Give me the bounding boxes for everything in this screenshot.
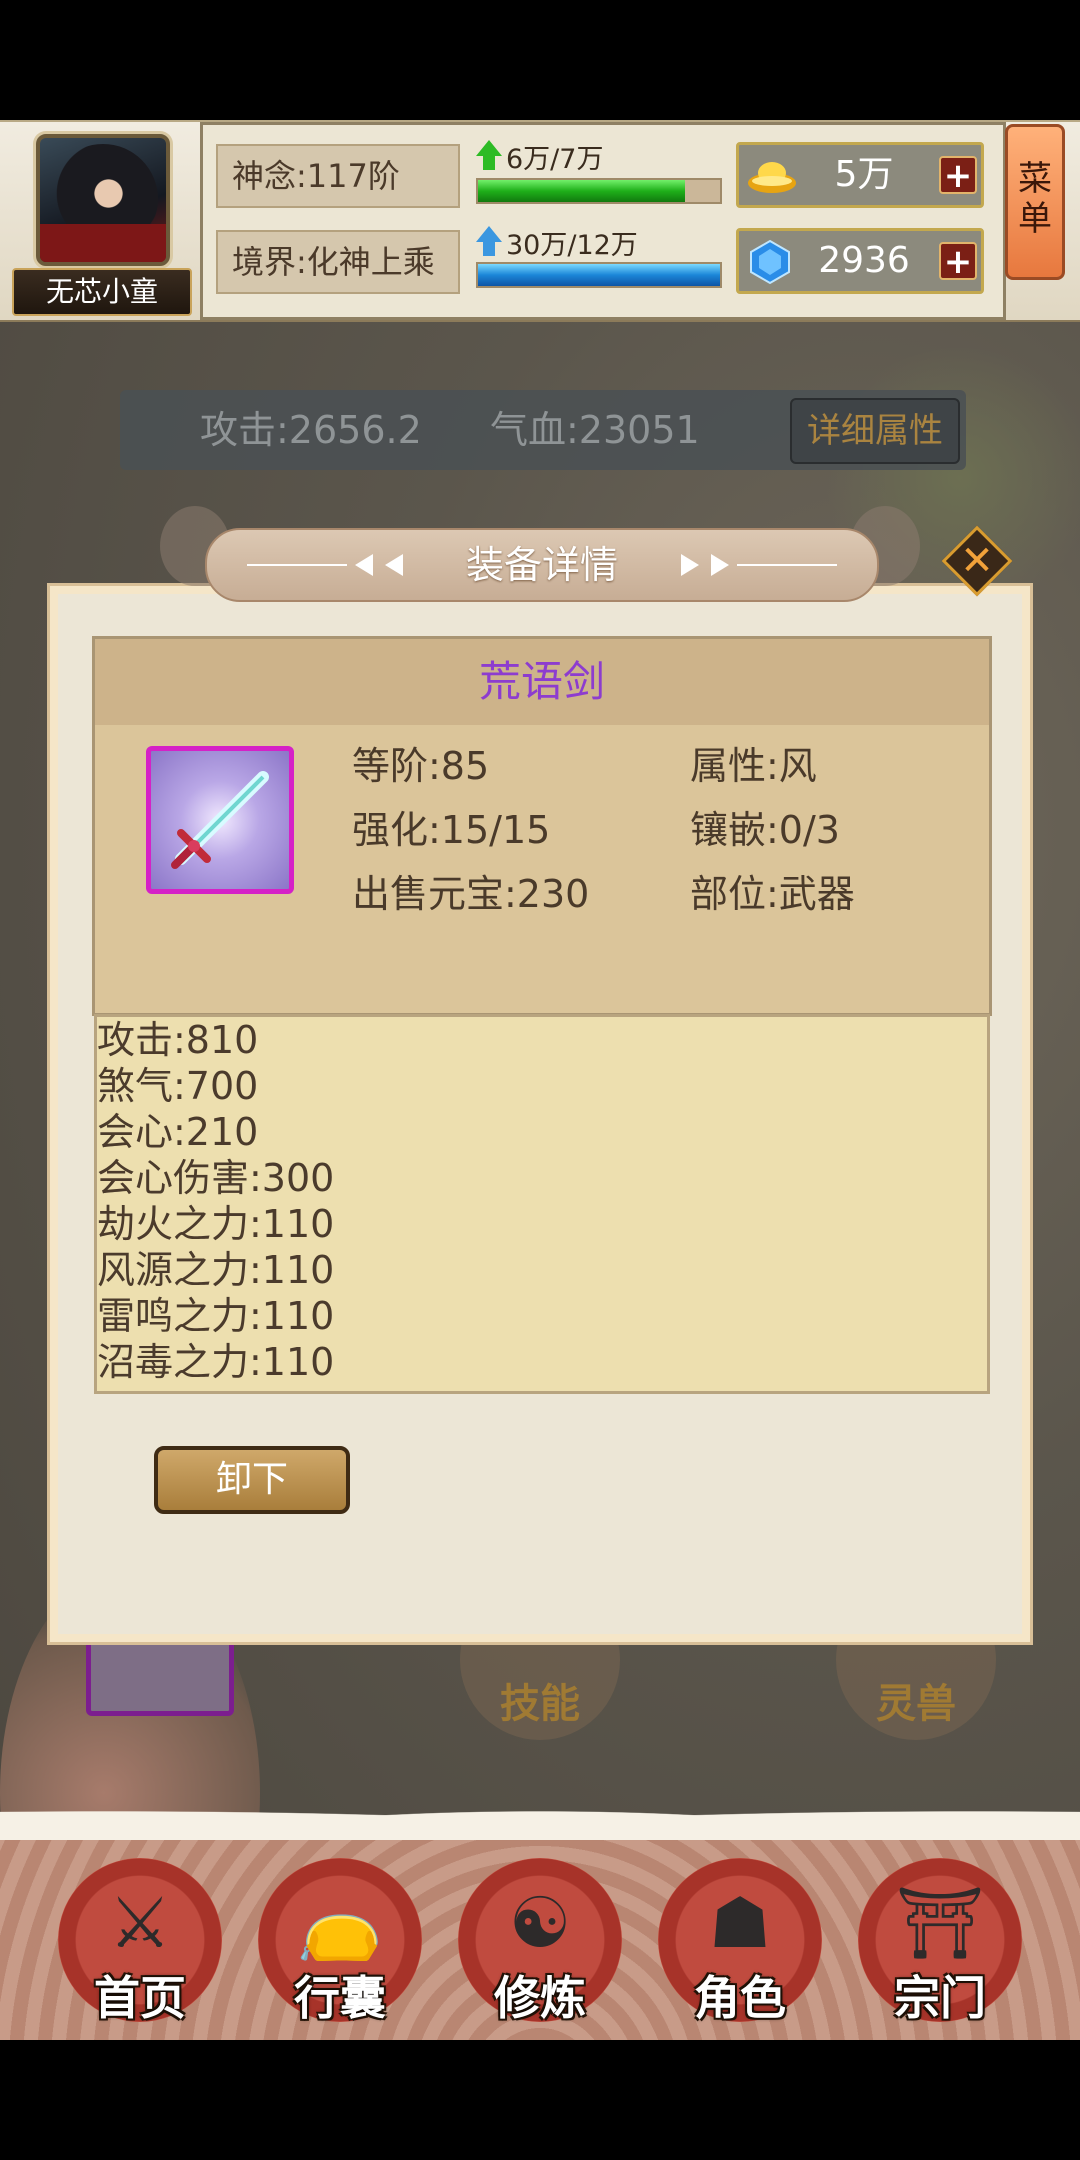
realm-progress-fill bbox=[478, 264, 720, 286]
nav-character-label: 角色 bbox=[694, 1971, 786, 2025]
item-name: 荒语剑 bbox=[478, 657, 605, 706]
pet-button-label[interactable]: 灵兽 bbox=[836, 1680, 996, 1728]
item-enhance: 强化:15/15 bbox=[352, 808, 551, 852]
modal-title-bar: 装备详情 bbox=[205, 528, 879, 602]
nav-home-label: 首页 bbox=[94, 1971, 186, 2025]
shennian-progress-bar bbox=[476, 178, 722, 204]
item-inlay: 镶嵌:0/3 bbox=[690, 808, 840, 852]
add-gold-button[interactable]: + bbox=[939, 156, 977, 194]
title-divider-right bbox=[737, 564, 837, 566]
gate-icon: ⛩ bbox=[895, 1882, 985, 1964]
avatar[interactable] bbox=[36, 134, 170, 266]
close-icon[interactable]: ✕ bbox=[952, 536, 1002, 586]
gem-currency-box: 2936 + bbox=[736, 228, 984, 294]
menu-label-1: 菜 bbox=[1018, 159, 1052, 199]
item-element: 属性:风 bbox=[690, 744, 817, 788]
nav-cultivate[interactable]: ☯ 修炼 bbox=[458, 1858, 628, 2028]
add-gem-button[interactable]: + bbox=[939, 242, 977, 280]
character-icon: ☗ bbox=[708, 1882, 772, 1964]
nav-sect[interactable]: ⛩ 宗门 bbox=[858, 1858, 1028, 2028]
nav-bag-label: 行囊 bbox=[294, 1971, 386, 2025]
realm-progress-bar bbox=[476, 262, 722, 288]
skill-button-label[interactable]: 技能 bbox=[460, 1680, 620, 1728]
up-arrow-blue-icon bbox=[476, 226, 502, 256]
stat-line: 雷鸣之力:110 bbox=[97, 1294, 335, 1338]
sword-icon bbox=[146, 746, 294, 894]
attack-summary: 攻击:2656.2 bbox=[200, 408, 422, 452]
equipped-weapon-slot[interactable] bbox=[86, 1640, 234, 1716]
menu-button[interactable]: 菜 单 bbox=[1005, 124, 1065, 280]
shennian-progress-text: 6万/7万 bbox=[506, 144, 604, 175]
cloud-decoration bbox=[0, 1790, 1080, 1840]
stat-line: 煞气:700 bbox=[97, 1064, 259, 1108]
arrow-left-icon bbox=[355, 554, 373, 576]
gold-value: 5万 bbox=[834, 154, 894, 195]
crossed-swords-icon: ⚔ bbox=[108, 1882, 172, 1964]
stat-line: 劫火之力:110 bbox=[97, 1202, 335, 1246]
stat-line: 风源之力:110 bbox=[97, 1248, 335, 1292]
avatar-armor bbox=[40, 224, 166, 262]
unequip-button[interactable]: 卸下 bbox=[154, 1446, 350, 1514]
bag-icon: 👝 bbox=[296, 1882, 384, 1964]
item-slot: 部位:武器 bbox=[690, 872, 855, 916]
menu-label-2: 单 bbox=[1018, 199, 1052, 239]
realm-progress-text: 30万/12万 bbox=[506, 230, 638, 261]
item-level: 等阶:85 bbox=[352, 744, 490, 788]
item-sell-price: 出售元宝:230 bbox=[352, 872, 590, 916]
stat-line: 会心伤害:300 bbox=[97, 1156, 335, 1200]
arrow-right-icon bbox=[711, 554, 729, 576]
stat-line: 会心:210 bbox=[97, 1110, 259, 1154]
up-arrow-green-icon bbox=[476, 140, 502, 170]
gem-value: 2936 bbox=[818, 240, 910, 281]
player-name: 无芯小童 bbox=[12, 268, 192, 316]
nav-character[interactable]: ☗ 角色 bbox=[658, 1858, 828, 2028]
shennian-progress-fill bbox=[478, 180, 686, 202]
gold-ingot-icon bbox=[747, 155, 797, 195]
meditation-icon: ☯ bbox=[508, 1882, 572, 1964]
nav-cultivate-label: 修炼 bbox=[494, 1971, 586, 2025]
shennian-label: 神念:117阶 bbox=[216, 144, 460, 208]
arrow-left-icon bbox=[385, 554, 403, 576]
nav-bag[interactable]: 👝 行囊 bbox=[258, 1858, 428, 2028]
arrow-right-icon bbox=[681, 554, 699, 576]
nav-sect-label: 宗门 bbox=[894, 1971, 986, 2025]
nav-home[interactable]: ⚔ 首页 bbox=[58, 1858, 228, 2028]
modal-title: 装备详情 bbox=[465, 543, 618, 587]
item-name-strip: 荒语剑 bbox=[95, 639, 989, 725]
realm-label: 境界:化神上乘 bbox=[216, 230, 460, 294]
gold-currency-box: 5万 + bbox=[736, 142, 984, 208]
detail-attributes-button[interactable]: 详细属性 bbox=[790, 398, 960, 464]
hp-summary: 气血:23051 bbox=[490, 408, 700, 452]
stat-line: 沼毒之力:110 bbox=[97, 1340, 335, 1384]
item-stats-panel: 攻击:810 煞气:700 会心:210 会心伤害:300 劫火之力:110 风… bbox=[94, 1014, 990, 1394]
stat-line: 攻击:810 bbox=[97, 1018, 259, 1062]
title-divider-left bbox=[247, 564, 347, 566]
blue-gem-icon bbox=[747, 239, 793, 285]
